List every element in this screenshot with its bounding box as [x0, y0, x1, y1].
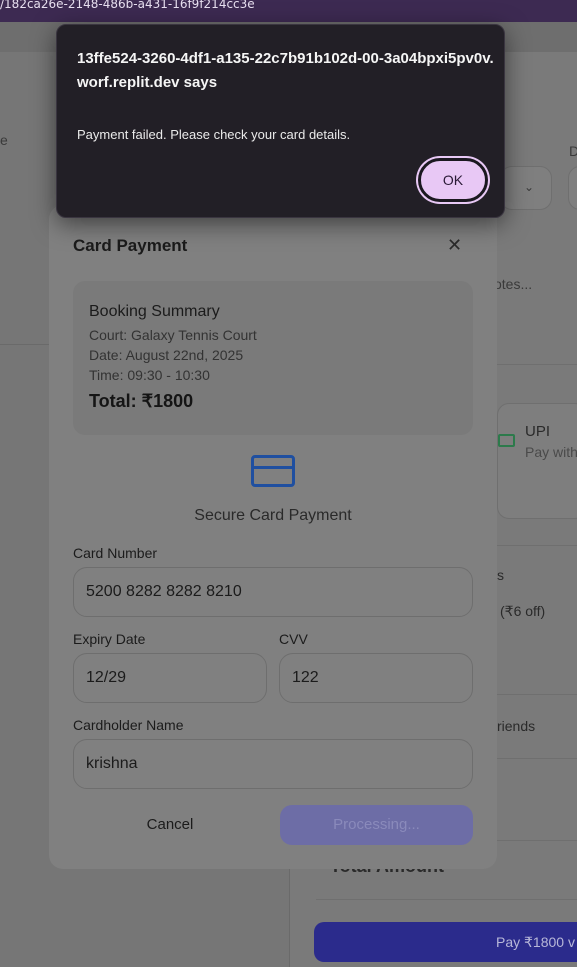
background-partial-text: s [497, 567, 504, 583]
background-discount-text: (₹6 off) [500, 603, 546, 619]
booking-total: Total: ₹1800 [89, 391, 194, 411]
booking-court: Court: Galaxy Tennis Court [89, 327, 257, 343]
booking-time: Time: 09:30 - 10:30 [89, 367, 210, 383]
background-notes-placeholder: otes... [494, 276, 533, 292]
card-payment-modal: Card Payment ✕ Booking Summary Court: Ga… [49, 205, 497, 869]
background-divider [497, 545, 577, 546]
card-number-label: Card Number [73, 545, 158, 561]
expiry-date-label: Expiry Date [73, 631, 146, 647]
background-upi-sub: Pay with [525, 444, 577, 460]
modal-title: Card Payment [73, 236, 188, 255]
ok-button[interactable]: OK [418, 158, 488, 202]
alert-message: Payment failed. Please check your card d… [77, 127, 351, 142]
url-text: /182ca26e-2148-486b-a431-16f9f214cc3e [0, 0, 255, 11]
booking-summary: Booking Summary Court: Galaxy Tennis Cou… [73, 281, 473, 435]
chevron-down-icon: ⌄ [524, 180, 535, 194]
close-icon[interactable]: ✕ [447, 235, 462, 256]
processing-button[interactable]: Processing... [280, 805, 473, 845]
cardholder-name-input[interactable]: krishna [73, 739, 473, 789]
booking-date: Date: August 22nd, 2025 [89, 347, 244, 363]
background-upi-label: UPI [525, 423, 551, 440]
cancel-button[interactable]: Cancel [73, 805, 267, 845]
cardholder-name-label: Cardholder Name [73, 717, 184, 733]
background-divider [497, 694, 577, 695]
background-friends-text: riends [497, 718, 536, 734]
background-partial-label: D [569, 143, 577, 159]
secure-payment-label: Secure Card Payment [194, 507, 352, 524]
background-upi-option [497, 403, 577, 519]
background-pay-button: Pay ₹1800 v [314, 922, 577, 962]
booking-summary-title: Booking Summary [89, 303, 220, 320]
background-select-right [568, 166, 577, 210]
background-partial-text: e [0, 132, 8, 148]
browser-url-bar[interactable]: /182ca26e-2148-486b-a431-16f9f214cc3e [0, 0, 577, 22]
alert-origin: 13ffe524-3260-4df1-a135-22c7b91b102d-00-… [77, 50, 494, 91]
expiry-date-input[interactable]: 12/29 [73, 653, 267, 703]
cvv-label: CVV [279, 631, 308, 647]
upi-icon [498, 434, 515, 447]
card-number-input[interactable]: 5200 8282 8282 8210 [73, 567, 473, 617]
credit-card-icon [251, 455, 295, 487]
background-divider [497, 364, 577, 365]
cvv-input[interactable]: 122 [279, 653, 473, 703]
alert-dialog: 13ffe524-3260-4df1-a135-22c7b91b102d-00-… [56, 24, 505, 218]
background-divider [497, 758, 577, 759]
